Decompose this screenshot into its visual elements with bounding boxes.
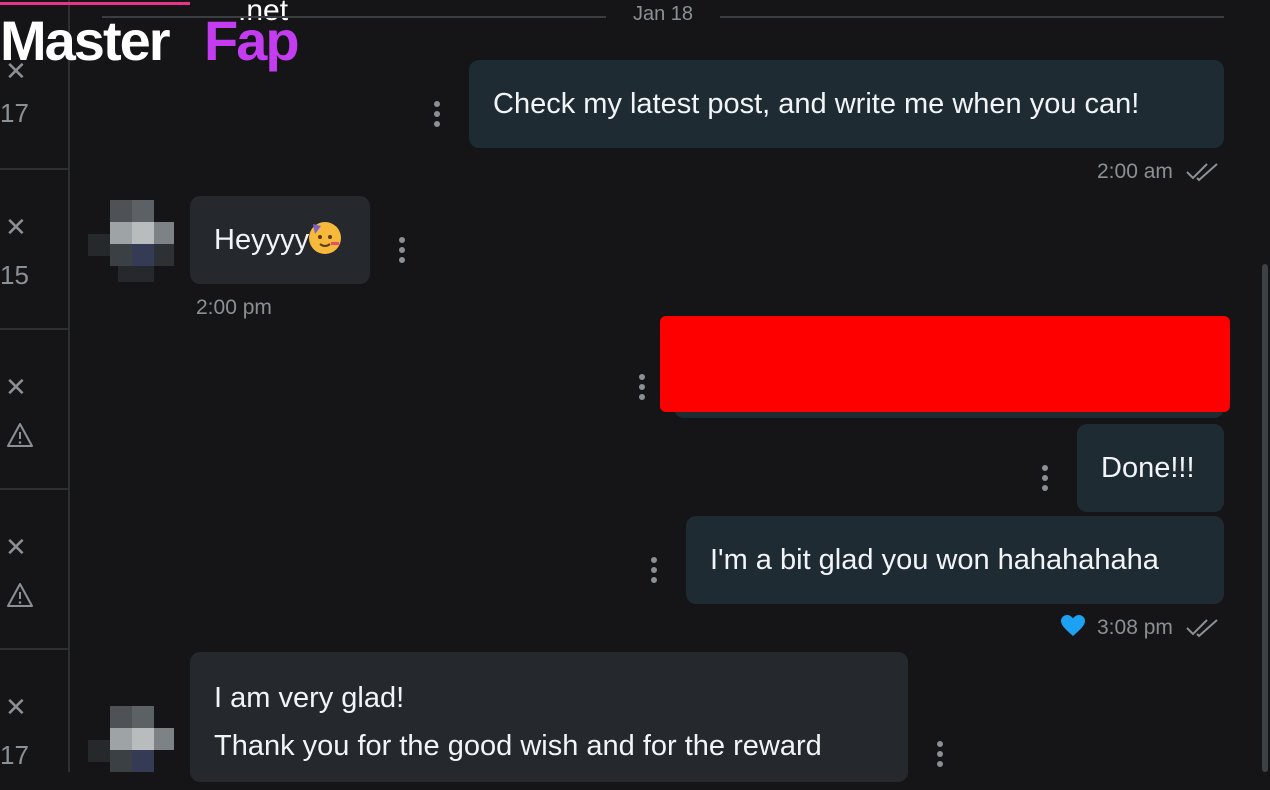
message-text-line: Thank you for the good wish and for the … [214, 730, 822, 762]
avatar[interactable] [88, 196, 176, 284]
message-options-icon[interactable] [651, 557, 657, 583]
message-options-icon[interactable] [399, 237, 405, 263]
conversation-list-item[interactable]: ✕ [0, 490, 68, 650]
message-text: Done!!! [1101, 452, 1195, 484]
conversation-list-strip: ✕ 17 ✕ 15 ✕ ✕ ✕ 17 [0, 0, 70, 772]
message-bubble-outgoing[interactable]: Done!!! [1077, 424, 1224, 512]
message-time: 2:00 pm [196, 296, 272, 319]
message-text-line: I am very glad! [214, 682, 405, 714]
message-options-icon[interactable] [434, 101, 440, 127]
date-divider: Jan 18 [632, 3, 694, 25]
unread-count: 17 [0, 98, 29, 128]
scrollbar[interactable] [1262, 264, 1268, 772]
message-meta: 2:00 am [1097, 160, 1221, 184]
avatar[interactable] [88, 702, 176, 790]
message-options-icon[interactable] [639, 374, 645, 400]
message-options-icon[interactable] [937, 741, 943, 767]
message-text: I'm a bit glad you won hahahahaha [710, 544, 1159, 576]
message-options-icon[interactable] [1042, 465, 1048, 491]
redaction-box [660, 316, 1230, 412]
message-bubble-incoming[interactable]: I am very glad! Thank you for the good w… [190, 652, 908, 782]
conversation-list-item[interactable]: ✕ [0, 330, 68, 490]
heart-icon[interactable] [1060, 614, 1086, 638]
message-bubble-outgoing[interactable]: Check my latest post, and write me when … [469, 60, 1224, 148]
logo-net-text: .net [238, 0, 289, 27]
close-icon[interactable]: ✕ [5, 694, 27, 720]
message-text: Heyyyy [214, 224, 310, 256]
date-divider-line [102, 16, 606, 18]
date-divider-line [720, 16, 1224, 18]
double-check-icon [1186, 163, 1218, 182]
close-icon[interactable]: ✕ [5, 534, 27, 560]
partying-face-icon [309, 222, 342, 254]
message-time: 2:00 am [1097, 160, 1173, 183]
warning-icon [7, 423, 33, 447]
double-check-icon [1186, 619, 1218, 638]
brand-accent-bar [0, 2, 190, 5]
message-content: Heyyyy [214, 216, 346, 264]
conversation-list-item[interactable]: ✕ 17 [0, 650, 68, 772]
warning-icon [7, 583, 33, 607]
message-bubble-outgoing[interactable]: I'm a bit glad you won hahahahaha [686, 516, 1224, 604]
unread-count: 17 [0, 740, 29, 770]
close-icon[interactable]: ✕ [5, 214, 27, 240]
message-text: Check my latest post, and write me when … [493, 88, 1140, 120]
message-bubble-incoming[interactable]: Heyyyy [190, 196, 370, 284]
conversation-list-item[interactable]: ✕ 15 [0, 170, 68, 330]
unread-count: 15 [0, 260, 29, 290]
watermark-logo: Master Fap .net [0, 0, 310, 82]
close-icon[interactable]: ✕ [5, 374, 27, 400]
message-meta: 3:08 pm [1097, 616, 1221, 640]
message-time: 3:08 pm [1097, 616, 1173, 639]
